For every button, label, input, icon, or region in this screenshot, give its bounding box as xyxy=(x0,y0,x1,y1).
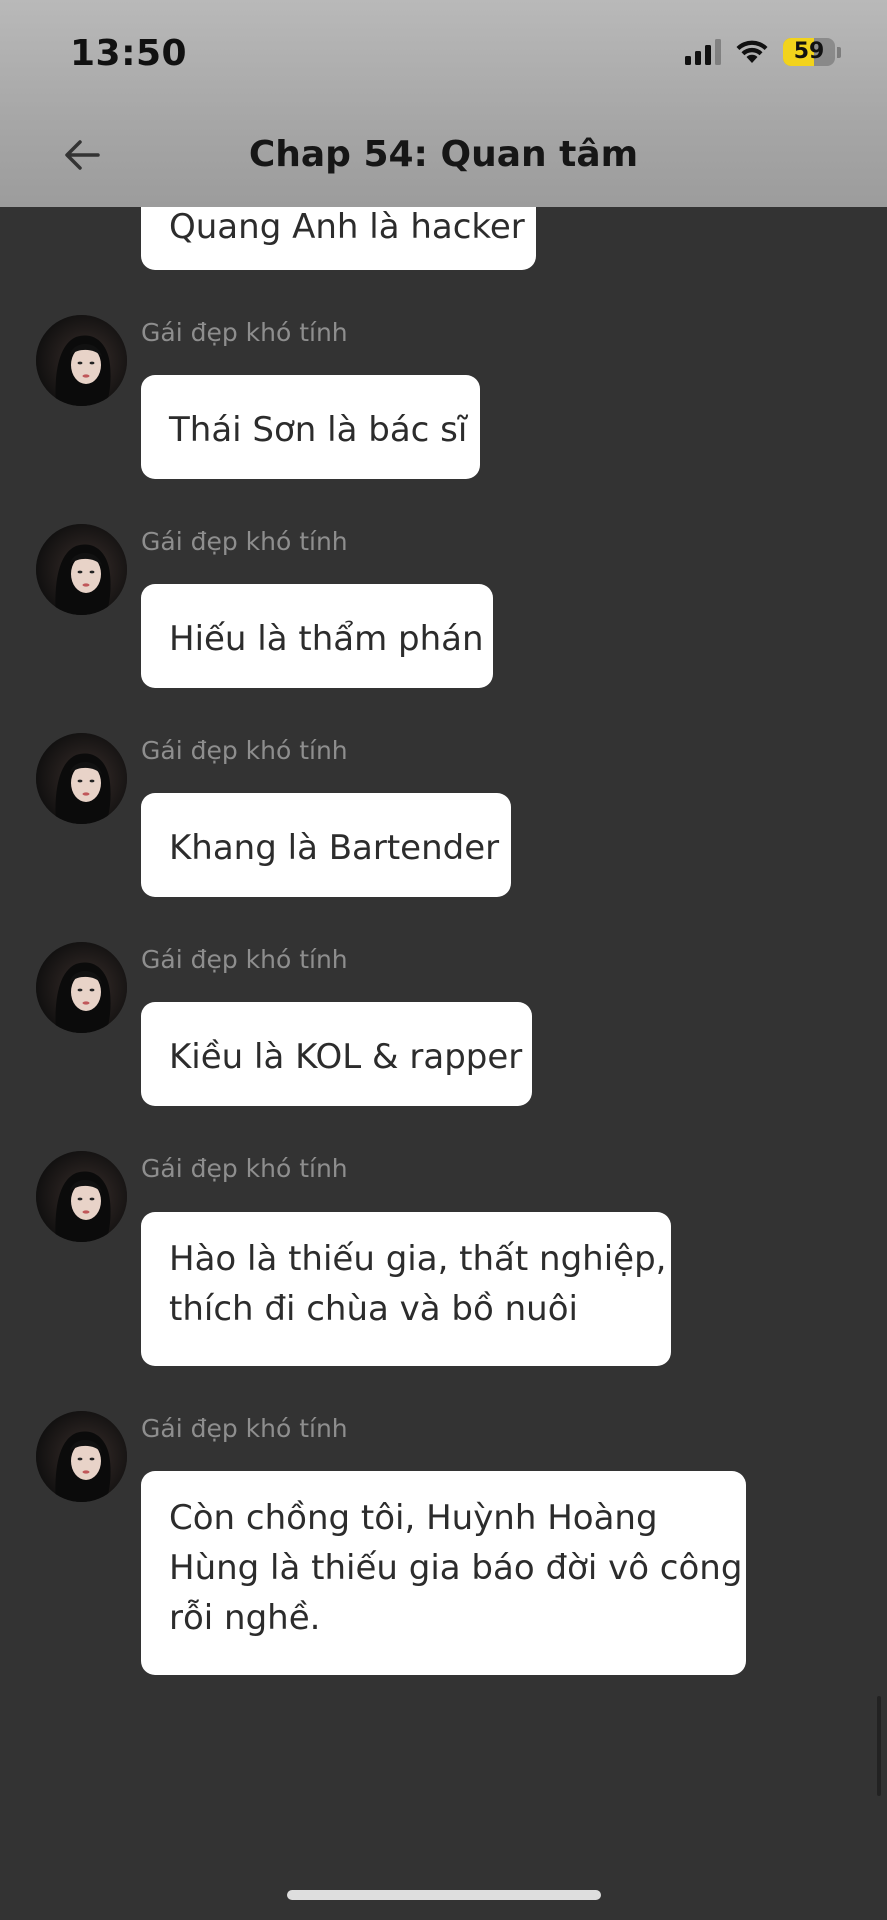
sender-name: Gái đẹp khó tính xyxy=(141,945,348,974)
page-title: Chap 54: Quan tâm xyxy=(248,134,639,175)
message-bubble[interactable]: Thái Sơn là bác sĩ xyxy=(141,375,480,479)
sender-name: Gái đẹp khó tính xyxy=(141,1414,348,1443)
chat-area[interactable]: Quang Anh là hacker Gái đẹp khó tính Thái… xyxy=(0,0,887,1920)
message-text-line: Hùng là thiếu gia báo đời vô công xyxy=(169,1548,743,1588)
avatar-photo xyxy=(36,1151,127,1242)
avatar[interactable] xyxy=(36,524,127,615)
status-time: 13:50 xyxy=(70,33,188,74)
message-bubble[interactable]: Còn chồng tôi, Huỳnh Hoàng Hùng là thiếu … xyxy=(141,1471,746,1675)
message-text-line: Khang là Bartender xyxy=(169,828,500,868)
message-text-line: thích đi chùa và bồ nuôi xyxy=(169,1289,578,1329)
avatar-photo xyxy=(36,1411,127,1502)
message-text-line: Còn chồng tôi, Huỳnh Hoàng xyxy=(169,1498,658,1538)
avatar[interactable] xyxy=(36,315,127,406)
cellular-signal-icon xyxy=(685,39,721,65)
message-bubble[interactable]: Kiều là KOL & rapper xyxy=(141,1002,532,1106)
sender-name: Gái đẹp khó tính xyxy=(141,318,348,347)
message-bubble[interactable]: Hiếu là thẩm phán xyxy=(141,584,493,688)
avatar-photo xyxy=(36,942,127,1033)
wifi-icon xyxy=(736,40,768,63)
avatar[interactable] xyxy=(36,1151,127,1242)
avatar[interactable] xyxy=(36,942,127,1033)
message-text: Quang Anh là hacker xyxy=(169,207,525,247)
message-bubble[interactable]: Hào là thiếu gia, thất nghiệp, thích đi c… xyxy=(141,1212,671,1366)
sender-name: Gái đẹp khó tính xyxy=(141,1154,348,1183)
scroll-indicator[interactable] xyxy=(877,1696,881,1796)
avatar-photo xyxy=(36,524,127,615)
sender-name: Gái đẹp khó tính xyxy=(141,736,348,765)
battery-icon: 59 xyxy=(783,38,835,66)
message-text-line: rỗi nghề. xyxy=(169,1598,321,1638)
avatar[interactable] xyxy=(36,1411,127,1502)
message-text-line: Hiếu là thẩm phán xyxy=(169,619,484,659)
header: 13:50 59 Chap 54: Quan tâm xyxy=(0,0,887,207)
message-text-line: Thái Sơn là bác sĩ xyxy=(169,410,468,450)
sender-name: Gái đẹp khó tính xyxy=(141,527,348,556)
avatar-photo xyxy=(36,315,127,406)
message-bubble[interactable]: Khang là Bartender xyxy=(141,793,511,897)
battery-level: 59 xyxy=(793,39,825,64)
avatar[interactable] xyxy=(36,733,127,824)
message-text-line: Kiều là KOL & rapper xyxy=(169,1037,523,1077)
status-icons: 59 xyxy=(685,38,841,66)
avatar-photo xyxy=(36,733,127,824)
message-text-line: Hào là thiếu gia, thất nghiệp, xyxy=(169,1239,667,1279)
